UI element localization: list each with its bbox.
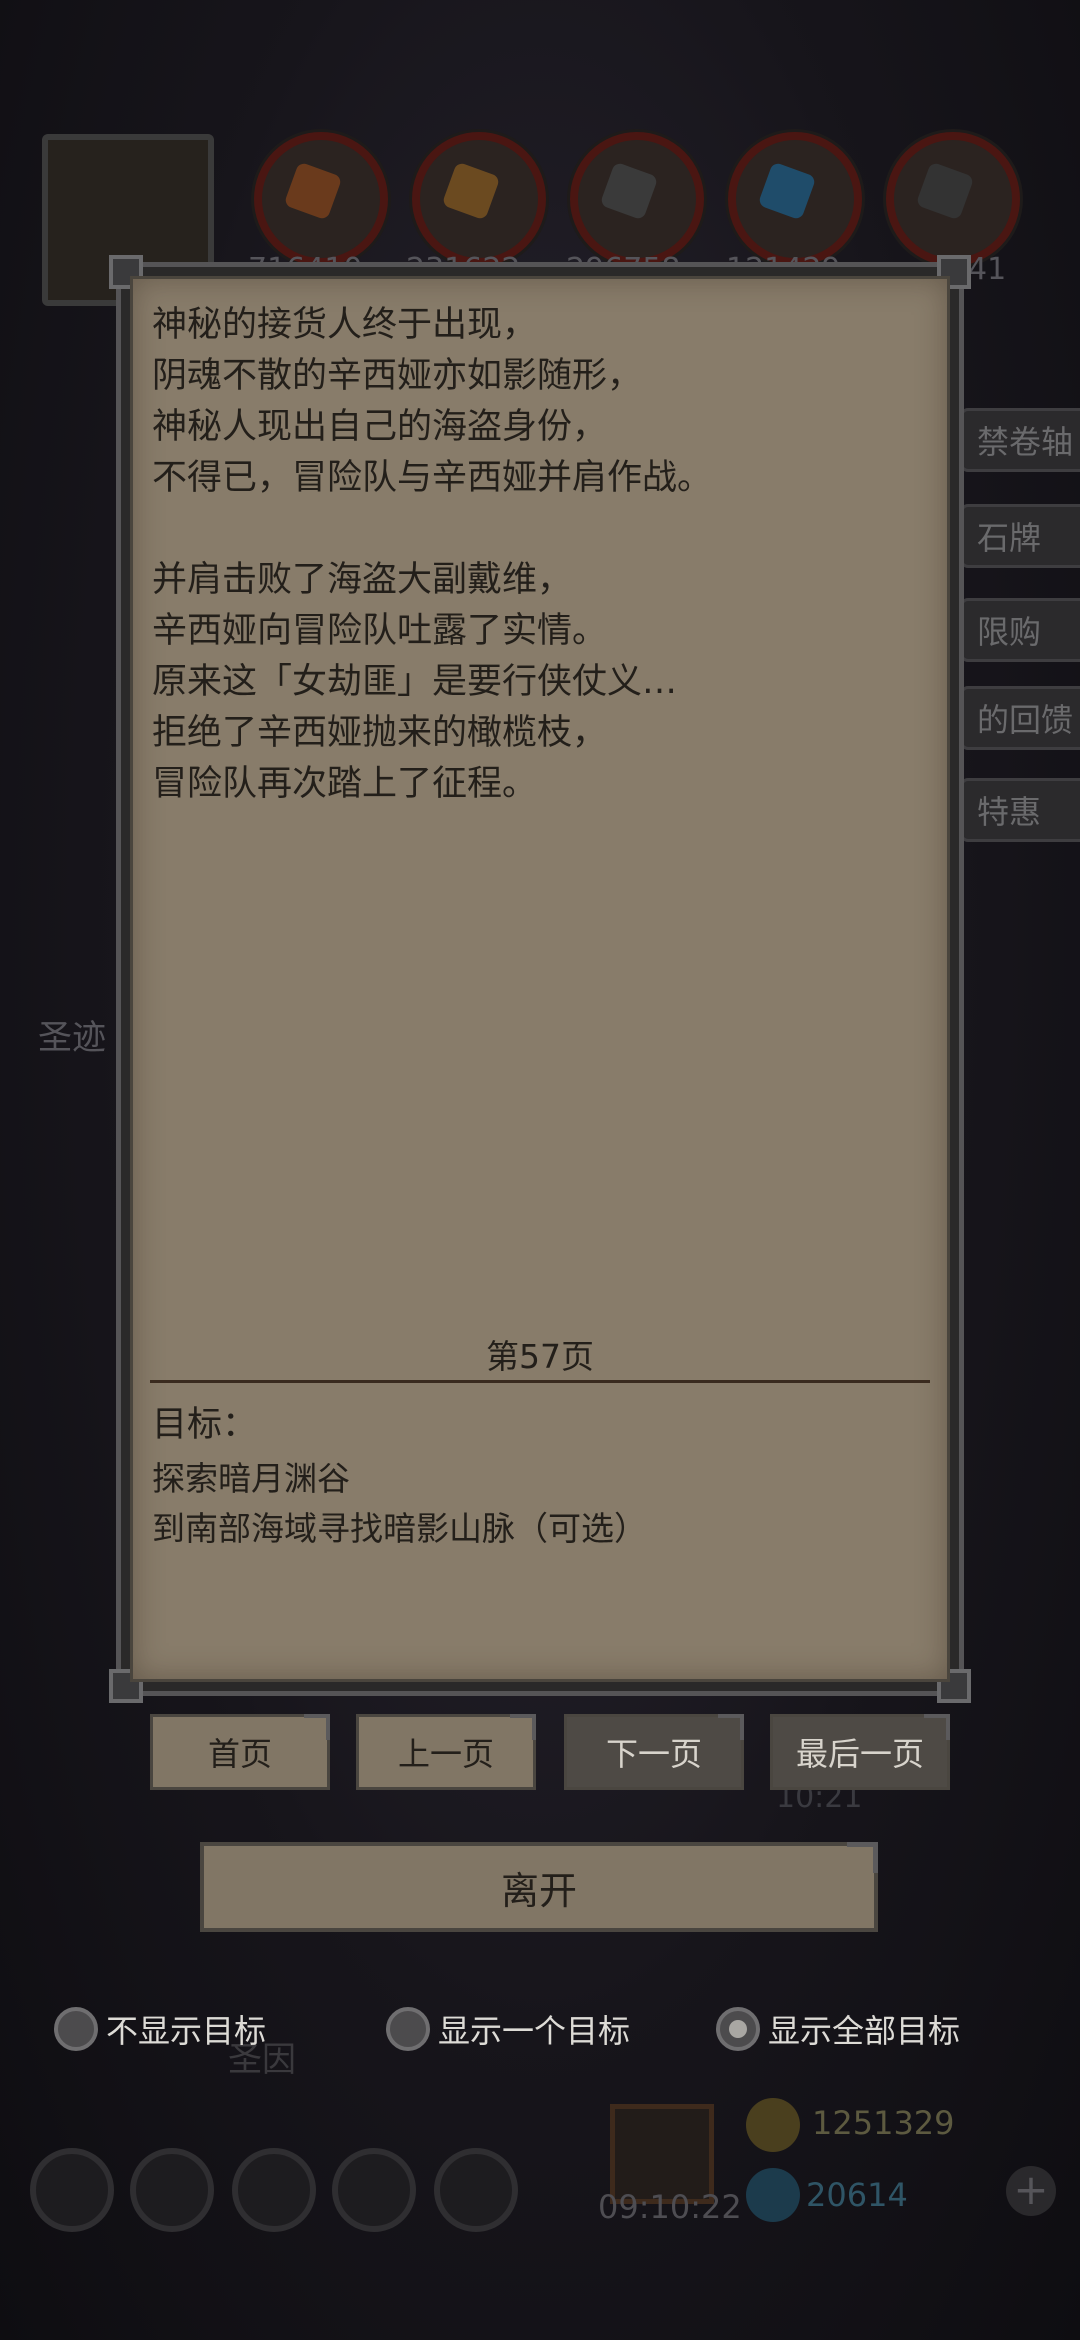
resource-slot-crystal (728, 132, 862, 266)
radio-circle-selected-icon (716, 2007, 760, 2051)
clock-text: 09:10:22 (598, 2188, 742, 2226)
story-text: 神秘的接货人终于出现， 阴魂不散的辛西娅亦如影随形， 神秘人现出自己的海盗身份，… (152, 300, 922, 810)
gold-amount: 1251329 (812, 2104, 955, 2142)
left-menu-label: 圣迹 (38, 1018, 106, 1058)
radio-show-one-goal[interactable]: 显示一个目标 (386, 2006, 630, 2052)
resource-slot-stone (886, 132, 1020, 266)
story-line: 辛西娅向冒险队吐露了实情。 (152, 611, 608, 651)
gem-icon (746, 2168, 800, 2222)
radio-label: 显示全部目标 (768, 2012, 961, 2050)
page-number: 第57页 (486, 1337, 594, 1376)
resource-slot-wood (254, 132, 388, 266)
story-line: 不得已，冒险队与辛西娅并肩作战。 (152, 458, 713, 498)
last-page-button[interactable]: 最后一页 (770, 1714, 950, 1790)
radio-circle-icon (54, 2007, 98, 2051)
gem-amount: 20614 (806, 2176, 908, 2214)
side-button-scroll: 禁卷轴 (960, 408, 1080, 472)
previous-page-button[interactable]: 上一页 (356, 1714, 536, 1790)
resource-slot-iron (570, 132, 704, 266)
page-divider (150, 1380, 930, 1383)
side-button-reward: 的回馈 (960, 686, 1080, 750)
story-line: 原来这「女劫匪」是要行侠仗义… (152, 662, 678, 702)
story-line: 冒险队再次踏上了征程。 (152, 764, 538, 804)
leave-button[interactable]: 离开 (200, 1842, 878, 1932)
story-line: 阴魂不散的辛西娅亦如影随形， (152, 356, 643, 396)
radio-circle-icon (386, 2007, 430, 2051)
side-button-deal: 特惠 (960, 778, 1080, 842)
add-currency-plus-icon: + (1006, 2166, 1056, 2216)
goal-item: 探索暗月渊谷 (152, 1459, 350, 1498)
map-icon (434, 2148, 518, 2232)
goal-item: 到南部海域寻找暗影山脉（可选） (152, 1509, 647, 1548)
story-line: 神秘人现出自己的海盗身份， (152, 407, 608, 447)
story-line-blank (152, 504, 922, 555)
story-line: 拒绝了辛西娅抛来的橄榄枝， (152, 713, 608, 753)
goal-heading: 目标： (152, 1405, 258, 1445)
side-button-tablet: 石牌 (960, 504, 1080, 568)
radio-hide-goals[interactable]: 不显示目标 (54, 2006, 266, 2052)
side-button-limited: 限购 (960, 598, 1080, 662)
story-line: 神秘的接货人终于出现， (152, 305, 538, 345)
castle-icon (232, 2148, 316, 2232)
resource-slot-plank (412, 132, 546, 266)
resource-count-stone: 41 (968, 252, 1007, 287)
settings-gear-icon (30, 2148, 114, 2232)
gold-coin-icon (746, 2098, 800, 2152)
mail-icon (332, 2148, 416, 2232)
story-line: 并肩击败了海盗大副戴维， (152, 560, 573, 600)
next-page-button[interactable]: 下一页 (564, 1714, 744, 1790)
hero-medal-icon (130, 2148, 214, 2232)
radio-label: 显示一个目标 (438, 2012, 631, 2050)
radio-show-all-goals[interactable]: 显示全部目标 (716, 2006, 960, 2052)
first-page-button[interactable]: 首页 (150, 1714, 330, 1790)
radio-label: 不显示目标 (106, 2012, 267, 2050)
